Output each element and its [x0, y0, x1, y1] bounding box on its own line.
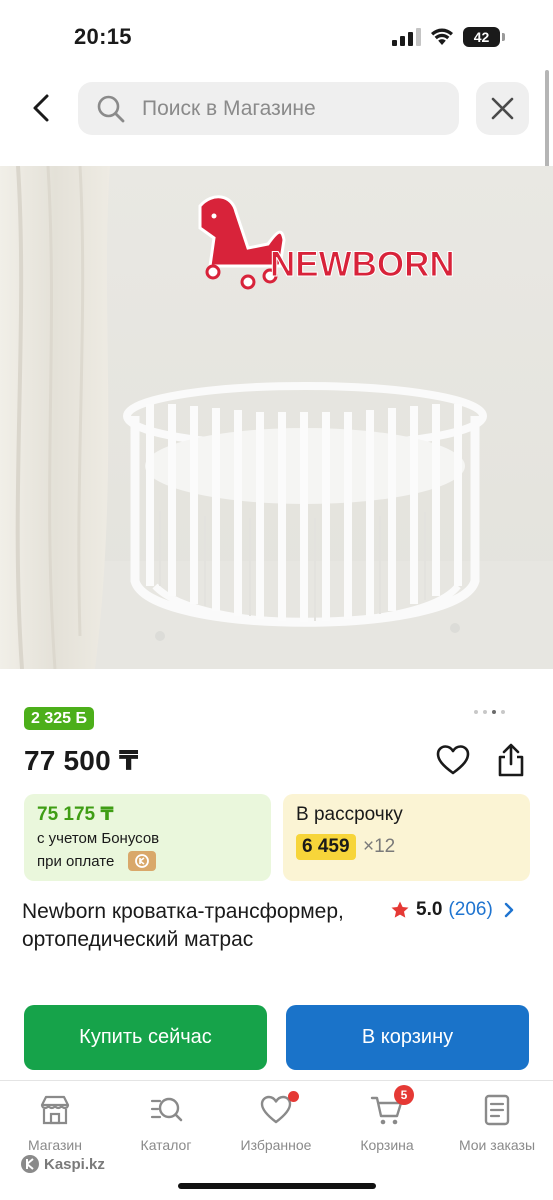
nav-item-store[interactable]: Магазин: [0, 1093, 110, 1153]
heart-icon: [436, 745, 470, 775]
chevron-right-icon: [504, 902, 513, 918]
bonus-note-line2: при оплате: [37, 853, 115, 870]
search-input[interactable]: [142, 82, 442, 135]
nav-item-cart[interactable]: 5 Корзина: [332, 1085, 442, 1153]
nav-label-orders: Мои заказы: [458, 1137, 536, 1153]
product-image[interactable]: NEWBORN: [0, 166, 553, 669]
cellular-signal-icon: [392, 28, 421, 46]
add-to-cart-button[interactable]: В корзину: [286, 1005, 529, 1070]
bonus-note-line1: с учетом Бонусов: [37, 830, 160, 847]
nav-label-catalog: Каталог: [140, 1137, 192, 1153]
battery-icon: 42: [463, 27, 505, 47]
cart-count-badge: 5: [394, 1085, 414, 1105]
bonus-badge: 2 325 Б: [24, 707, 94, 730]
installment-title: В рассрочку: [296, 804, 403, 825]
bonus-price: 75 175 ₸: [37, 804, 114, 825]
close-search-button[interactable]: [476, 82, 529, 135]
rating-count: (206): [448, 899, 493, 920]
status-time: 20:15: [74, 24, 132, 49]
brand-logo-text: NEWBORN: [270, 245, 455, 284]
catalog-search-icon: [149, 1093, 183, 1127]
nav-label-cart: Корзина: [360, 1137, 414, 1153]
wifi-icon: [431, 28, 453, 45]
battery-level: 42: [463, 27, 500, 47]
installment-monthly: 6 459: [296, 834, 356, 860]
status-bar: 20:15 42: [0, 0, 553, 72]
bottom-nav: Магазин Каталог Избранное 5 Корзина Мои …: [0, 1080, 553, 1200]
kaspi-pay-icon: [128, 851, 156, 871]
installment-card[interactable]: В рассрочку 6 459 ×12: [283, 794, 530, 881]
store-icon: [38, 1093, 72, 1127]
installment-months: ×12: [363, 836, 396, 857]
heart-icon: [259, 1091, 299, 1127]
favorite-button[interactable]: [436, 744, 470, 776]
rating-link[interactable]: 5.0 (206): [390, 898, 515, 922]
share-icon: [498, 743, 524, 777]
orders-icon: [480, 1093, 514, 1127]
nav-label-favorites: Избранное: [240, 1137, 312, 1153]
close-icon: [491, 97, 514, 120]
nav-item-favorites[interactable]: Избранное: [221, 1091, 331, 1153]
share-button[interactable]: [495, 742, 527, 778]
home-indicator[interactable]: [178, 1183, 376, 1189]
kaspi-logo-icon: [21, 1155, 39, 1173]
search-box[interactable]: [78, 82, 459, 135]
chevron-left-icon: [33, 94, 49, 122]
back-button[interactable]: [22, 88, 62, 128]
nav-label-store: Магазин: [27, 1137, 82, 1153]
nav-item-orders[interactable]: Мои заказы: [442, 1093, 552, 1153]
bonus-price-card[interactable]: 75 175 ₸ с учетом Бонусов при оплате: [24, 794, 271, 881]
product-price: 77 500 ₸: [24, 745, 139, 776]
product-title: Newborn кроватка-трансформер, ортопедиче…: [22, 900, 344, 951]
search-icon: [97, 95, 125, 123]
favorites-dot: [288, 1091, 299, 1102]
cart-icon: 5: [370, 1085, 414, 1127]
gallery-dots: [474, 710, 505, 714]
star-icon: [391, 901, 409, 918]
kaspi-brand-text: Kaspi.kz: [44, 1155, 105, 1173]
kaspi-brand: Kaspi.kz: [20, 1154, 105, 1174]
buy-now-button[interactable]: Купить сейчас: [24, 1005, 267, 1070]
nav-item-catalog[interactable]: Каталог: [111, 1093, 221, 1153]
rating-score: 5.0: [416, 899, 443, 920]
